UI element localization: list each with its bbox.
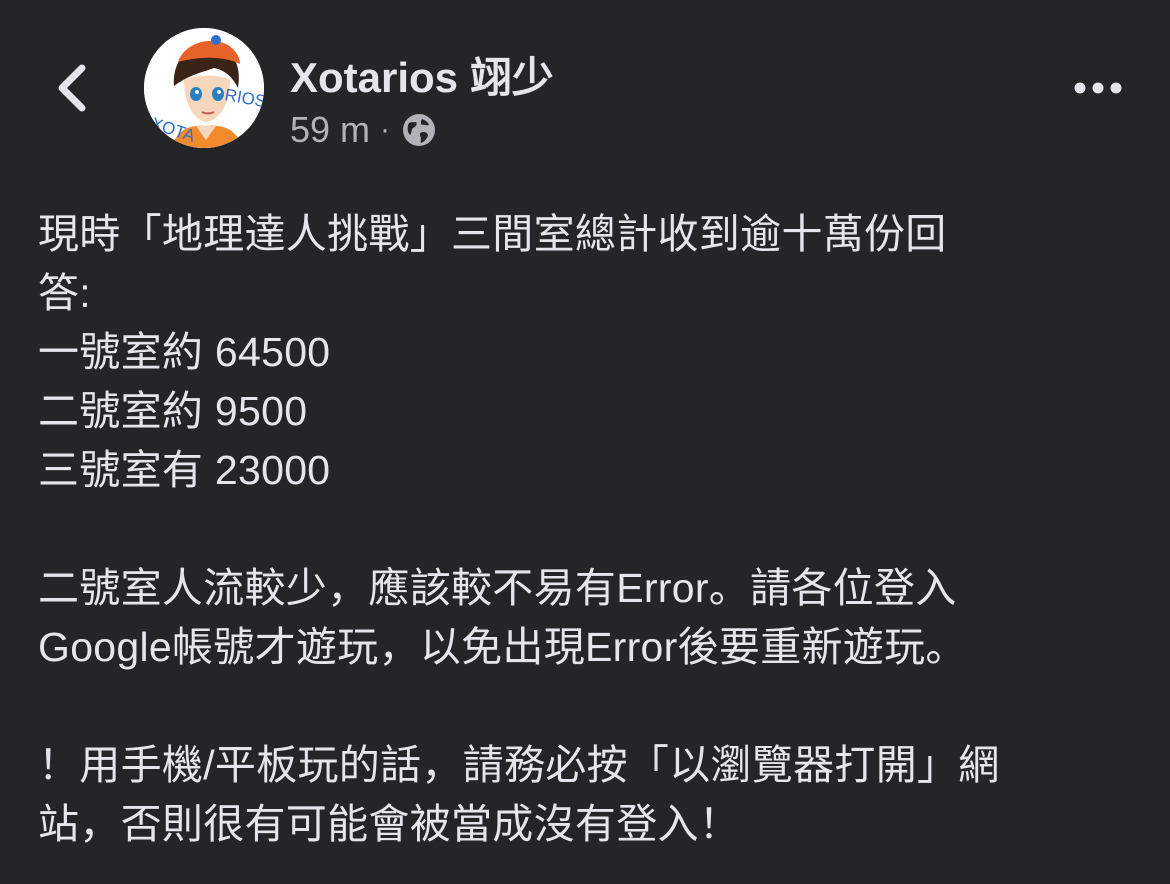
timestamp[interactable]: 59 m	[290, 109, 370, 151]
post-text-line: 三號室有 23000	[38, 447, 331, 493]
post-text-line: ！用手機/平板玩的話，請務必按「以瀏覽器打開」網	[38, 742, 1000, 788]
chevron-left-icon[interactable]	[46, 58, 102, 118]
post-header: XOTA RIOS Xotarios 翊少 59 m ·	[0, 0, 1170, 160]
more-horizontal-icon[interactable]	[1066, 66, 1130, 110]
globe-icon[interactable]	[400, 111, 438, 149]
post-text-line: 二號室約 9500	[38, 388, 308, 434]
post-meta: 59 m ·	[290, 108, 438, 152]
avatar-image: XOTA RIOS	[144, 28, 264, 148]
post-text-line: 現時「地理達人挑戰」三間室總計收到逾十萬份回	[38, 211, 947, 257]
meta-separator: ·	[380, 113, 391, 146]
post-text: 現時「地理達人挑戰」三間室總計收到逾十萬份回 答: 一號室約 64500 二號室…	[38, 205, 1138, 854]
author-name[interactable]: Xotarios 翊少	[290, 44, 554, 105]
post-text-line: 二號室人流較少，應該較不易有Error。請各位登入	[38, 565, 957, 611]
avatar[interactable]: XOTA RIOS	[144, 28, 264, 148]
post-text-line: Google帳號才遊玩，以免出現Error後要重新遊玩。	[38, 624, 967, 670]
post-text-line: 一號室約 64500	[38, 329, 331, 375]
post-text-line: 答:	[38, 270, 91, 316]
post-text-line: 站，否則很有可能會被當成沒有登入！	[38, 801, 741, 847]
